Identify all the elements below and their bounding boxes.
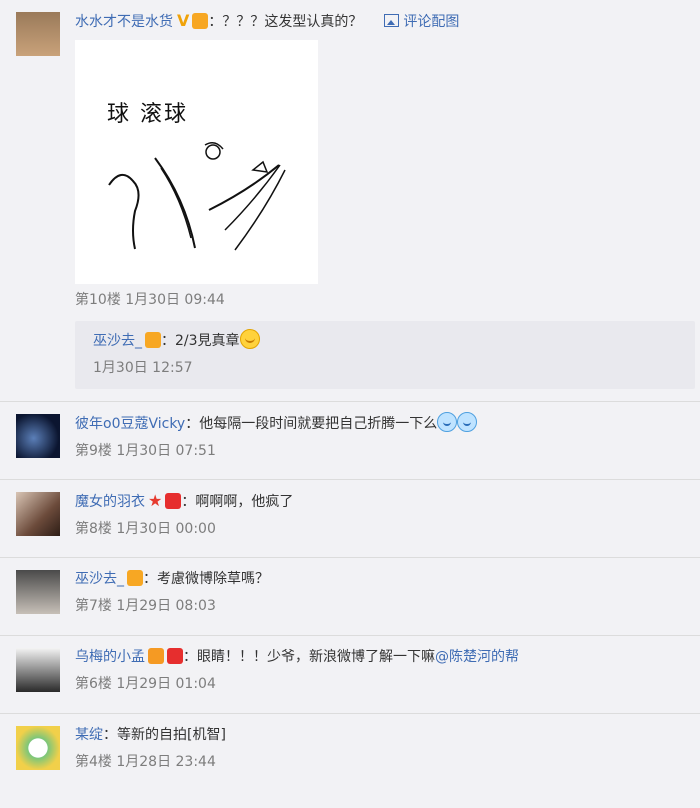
comment-text: ：啊啊啊，他疯了 xyxy=(181,494,294,510)
comment-item: 乌梅的小孟 ：眼睛！！！少爷，新浪微博了解一下嘛@陈楚河的帮 第6楼 1月29日 … xyxy=(0,635,700,713)
comment-meta: 第7楼 1月29日 08:03 xyxy=(75,598,216,614)
username-link[interactable]: 水水才不是水货 xyxy=(75,14,173,30)
comment-line: 魔女的羽衣 ★ ：啊啊啊，他疯了 xyxy=(75,490,690,513)
crying-emoji-icon xyxy=(437,412,458,432)
username-link[interactable]: 巫沙去_ xyxy=(75,571,124,587)
smile-emoji-icon xyxy=(239,329,260,349)
avatar[interactable] xyxy=(16,12,60,56)
username-link[interactable]: 某绽 xyxy=(75,727,103,743)
reply-username-link[interactable]: 巫沙去_ xyxy=(93,333,142,349)
comment-line: 乌梅的小孟 ：眼睛！！！少爷，新浪微博了解一下嘛@陈楚河的帮 xyxy=(75,646,690,668)
comment-image-drawing xyxy=(108,142,286,251)
picture-icon xyxy=(384,14,400,27)
comment-item: 水水才不是水货 V ：？？？这发型认真的？ 评论配图 球 滚球 第10楼 1月30日 … xyxy=(0,0,700,401)
comment-meta: 第10楼 1月30日 09:44 xyxy=(75,292,225,308)
verified-icon: V xyxy=(177,11,190,30)
reply-line: 巫沙去_ ：2/3見真章 xyxy=(93,329,680,352)
comment-meta: 第8楼 1月30日 00:00 xyxy=(75,521,216,537)
comment-text: ：考慮微博除草嗎？ xyxy=(143,571,269,587)
username-link[interactable]: 魔女的羽衣 xyxy=(75,494,145,510)
comment-item: 彼年o0豆蔻Vicky：他每隔一段时间就要把自己折腾一下么 第9楼 1月30日 … xyxy=(0,401,700,479)
avatar[interactable] xyxy=(16,492,60,536)
reply-box: 巫沙去_ ：2/3見真章 1月30日 12:57 xyxy=(75,321,695,389)
red-envelope-badge-icon xyxy=(165,493,182,509)
comment-picture-link[interactable]: 评论配图 xyxy=(384,14,459,30)
avatar[interactable] xyxy=(16,726,60,770)
comment-list: 水水才不是水货 V ：？？？这发型认真的？ 评论配图 球 滚球 第10楼 1月30日 … xyxy=(0,0,700,791)
comment-line: 彼年o0豆蔻Vicky：他每隔一段时间就要把自己折腾一下么 xyxy=(75,412,690,435)
comment-line: 巫沙去_ ：考慮微博除草嗎？ xyxy=(75,568,690,590)
avatar[interactable] xyxy=(16,414,60,458)
star-icon: ★ xyxy=(148,491,163,510)
vip-badge-icon xyxy=(127,570,143,586)
comment-image[interactable]: 球 滚球 xyxy=(75,40,318,284)
vip-badge-icon xyxy=(192,13,209,29)
mention-link[interactable]: @陈楚河的帮 xyxy=(435,649,519,665)
crying-emoji-icon xyxy=(457,412,478,432)
comment-picture-label: 评论配图 xyxy=(403,14,460,30)
comment-item: 巫沙去_ ：考慮微博除草嗎？ 第7楼 1月29日 08:03 xyxy=(0,557,700,635)
comment-text: ：等新的自拍[机智] xyxy=(103,727,226,743)
comment-text: ：他每隔一段时间就要把自己折腾一下么 xyxy=(185,416,438,432)
username-link[interactable]: 乌梅的小孟 xyxy=(75,649,145,665)
avatar[interactable] xyxy=(16,570,60,614)
username-link[interactable]: 彼年o0豆蔻Vicky xyxy=(75,416,185,432)
vip-badge-icon xyxy=(145,332,161,348)
reply-text: ：2/3見真章 xyxy=(161,333,240,349)
comment-text: ：眼睛！！！少爷，新浪微博了解一下嘛 xyxy=(183,649,435,665)
vip-badge-icon xyxy=(148,648,164,664)
comment-meta: 第9楼 1月30日 07:51 xyxy=(75,443,216,459)
avatar[interactable] xyxy=(16,648,60,692)
comment-meta: 第6楼 1月29日 01:04 xyxy=(75,676,216,692)
comment-text: ：？？？这发型认真的？ xyxy=(208,14,363,30)
reply-meta: 1月30日 12:57 xyxy=(93,360,193,376)
comment-line: 水水才不是水货 V ：？？？这发型认真的？ 评论配图 xyxy=(75,10,690,33)
comment-meta: 第4楼 1月28日 23:44 xyxy=(75,754,216,770)
comment-item: 魔女的羽衣 ★ ：啊啊啊，他疯了 第8楼 1月30日 00:00 xyxy=(0,479,700,557)
comment-line: 某绽：等新的自拍[机智] xyxy=(75,724,690,746)
comment-item: 某绽：等新的自拍[机智] 第4楼 1月28日 23:44 xyxy=(0,713,700,791)
red-envelope-badge-icon xyxy=(167,648,183,664)
